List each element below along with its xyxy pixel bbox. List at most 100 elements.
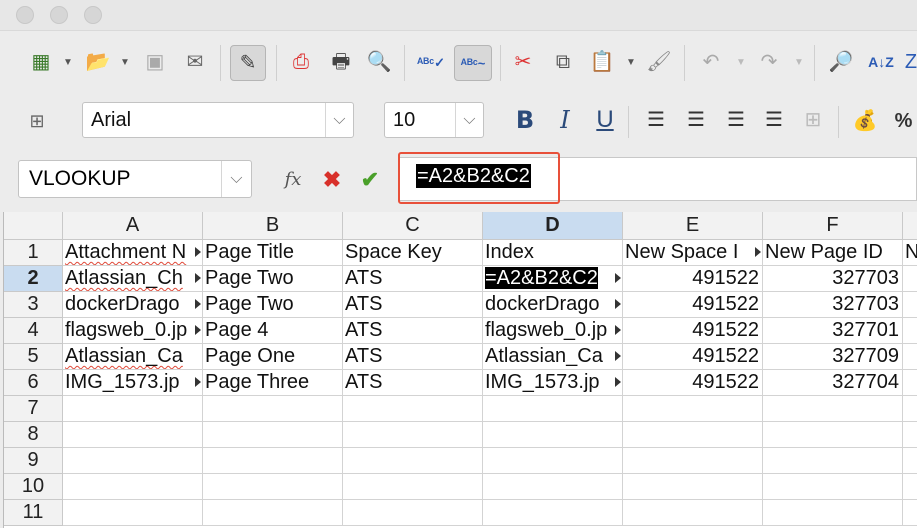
row-header-6[interactable]: 6 — [4, 370, 63, 396]
table-cell[interactable] — [903, 396, 917, 422]
column-header-f[interactable]: F — [763, 212, 903, 240]
column-header-g[interactable] — [903, 212, 917, 240]
table-cell[interactable] — [483, 500, 623, 526]
redo-dropdown-icon[interactable]: ▼ — [794, 57, 804, 68]
table-cell[interactable] — [483, 474, 623, 500]
table-cell[interactable]: N — [903, 240, 917, 266]
underline-icon[interactable]: U — [590, 104, 620, 136]
table-cell[interactable] — [343, 500, 483, 526]
table-cell[interactable]: Page Two — [203, 266, 343, 292]
table-cell[interactable]: ATS — [343, 292, 483, 318]
percent-format-icon[interactable]: % — [890, 106, 917, 136]
row-header-2[interactable]: 2 — [4, 266, 63, 292]
zoom-window-button[interactable] — [84, 6, 102, 24]
table-cell[interactable] — [343, 448, 483, 474]
justify-icon[interactable]: ☰ — [760, 106, 788, 134]
table-cell[interactable]: Space Key — [343, 240, 483, 266]
table-cell[interactable]: 327703 — [763, 292, 903, 318]
table-cell[interactable]: Page 4 — [203, 318, 343, 344]
table-cell[interactable]: Page Title — [203, 240, 343, 266]
select-all-corner[interactable] — [4, 212, 63, 240]
table-cell[interactable] — [763, 500, 903, 526]
table-cell[interactable]: dockerDrago — [483, 292, 623, 318]
styles-icon[interactable]: ⊞ — [22, 106, 52, 136]
redo-icon[interactable]: ↷ — [754, 47, 784, 77]
sort-ascending-icon[interactable]: A↓Z — [866, 45, 896, 79]
table-cell[interactable] — [343, 396, 483, 422]
new-document-icon[interactable]: ▦ — [26, 47, 56, 77]
table-cell[interactable]: Atlassian_Ca — [483, 344, 623, 370]
italic-icon[interactable]: I — [550, 104, 580, 136]
table-cell[interactable] — [203, 396, 343, 422]
table-cell[interactable] — [903, 422, 917, 448]
spreadsheet-grid[interactable]: A B C D E F 1 Attachment N Page Title Space Key In… — [3, 212, 917, 528]
table-cell[interactable] — [203, 500, 343, 526]
table-cell[interactable]: New Page ID — [763, 240, 903, 266]
table-cell[interactable]: ATS — [343, 344, 483, 370]
table-cell[interactable] — [623, 396, 763, 422]
table-cell[interactable]: =A2&B2&C2 — [483, 266, 623, 292]
spellcheck-icon[interactable]: ᴬᴮᶜ✓ — [414, 47, 448, 77]
paste-icon[interactable]: 📋 — [586, 47, 618, 77]
accept-icon[interactable]: ✔ — [356, 166, 384, 194]
table-cell[interactable] — [903, 448, 917, 474]
font-size-combo[interactable]: 10 ⌵ — [384, 102, 484, 138]
currency-format-icon[interactable]: 💰 — [850, 106, 880, 136]
table-cell[interactable]: 327701 — [763, 318, 903, 344]
align-left-icon[interactable]: ☰ — [642, 106, 670, 134]
copy-icon[interactable]: ⧉ — [548, 47, 578, 77]
paste-dropdown-icon[interactable]: ▼ — [626, 57, 636, 68]
function-wizard-icon[interactable]: 𝑓x — [278, 166, 308, 194]
cut-icon[interactable]: ✂ — [508, 47, 538, 77]
row-header-4[interactable]: 4 — [4, 318, 63, 344]
row-header-10[interactable]: 10 — [4, 474, 63, 500]
table-cell[interactable]: Atlassian_Ch — [63, 266, 203, 292]
table-cell[interactable] — [903, 344, 917, 370]
table-cell[interactable] — [903, 266, 917, 292]
table-cell[interactable]: 327709 — [763, 344, 903, 370]
table-cell[interactable]: 491522 — [623, 344, 763, 370]
table-cell[interactable] — [763, 396, 903, 422]
table-cell[interactable]: New Space I — [623, 240, 763, 266]
table-cell[interactable]: 491522 — [623, 292, 763, 318]
table-cell[interactable]: Page Two — [203, 292, 343, 318]
column-header-d[interactable]: D — [483, 212, 623, 240]
cancel-icon[interactable]: ✖ — [318, 166, 346, 194]
sort-descending-icon[interactable]: Z — [904, 47, 917, 77]
row-header-5[interactable]: 5 — [4, 344, 63, 370]
column-header-c[interactable]: C — [343, 212, 483, 240]
table-cell[interactable]: Attachment N — [63, 240, 203, 266]
row-header-9[interactable]: 9 — [4, 448, 63, 474]
table-cell[interactable]: Index — [483, 240, 623, 266]
table-cell[interactable]: ATS — [343, 318, 483, 344]
close-window-button[interactable] — [16, 6, 34, 24]
align-right-icon[interactable]: ☰ — [722, 106, 750, 134]
table-cell[interactable] — [903, 318, 917, 344]
undo-icon[interactable]: ↶ — [696, 47, 726, 77]
table-cell[interactable]: Atlassian_Ca — [63, 344, 203, 370]
chevron-down-icon[interactable]: ⌵ — [221, 161, 251, 197]
export-pdf-icon[interactable]: ⎙ — [286, 47, 316, 77]
table-cell[interactable] — [203, 448, 343, 474]
table-cell[interactable] — [623, 500, 763, 526]
clone-formatting-icon[interactable]: 🖌 — [644, 47, 674, 77]
table-cell[interactable] — [623, 448, 763, 474]
table-cell[interactable]: 327704 — [763, 370, 903, 396]
font-name-combo[interactable]: Arial ⌵ — [82, 102, 354, 138]
table-cell[interactable] — [763, 422, 903, 448]
column-header-a[interactable]: A — [63, 212, 203, 240]
chevron-down-icon[interactable]: ⌵ — [325, 103, 353, 137]
column-header-b[interactable]: B — [203, 212, 343, 240]
table-cell[interactable] — [203, 474, 343, 500]
table-cell[interactable]: IMG_1573.jp — [483, 370, 623, 396]
table-cell[interactable] — [483, 422, 623, 448]
table-cell[interactable]: 491522 — [623, 266, 763, 292]
table-cell[interactable]: 491522 — [623, 370, 763, 396]
row-header-7[interactable]: 7 — [4, 396, 63, 422]
table-cell[interactable]: IMG_1573.jp — [63, 370, 203, 396]
table-cell[interactable] — [203, 422, 343, 448]
row-header-1[interactable]: 1 — [4, 240, 63, 266]
table-cell[interactable] — [63, 474, 203, 500]
table-cell[interactable]: ATS — [343, 266, 483, 292]
table-cell[interactable] — [63, 396, 203, 422]
